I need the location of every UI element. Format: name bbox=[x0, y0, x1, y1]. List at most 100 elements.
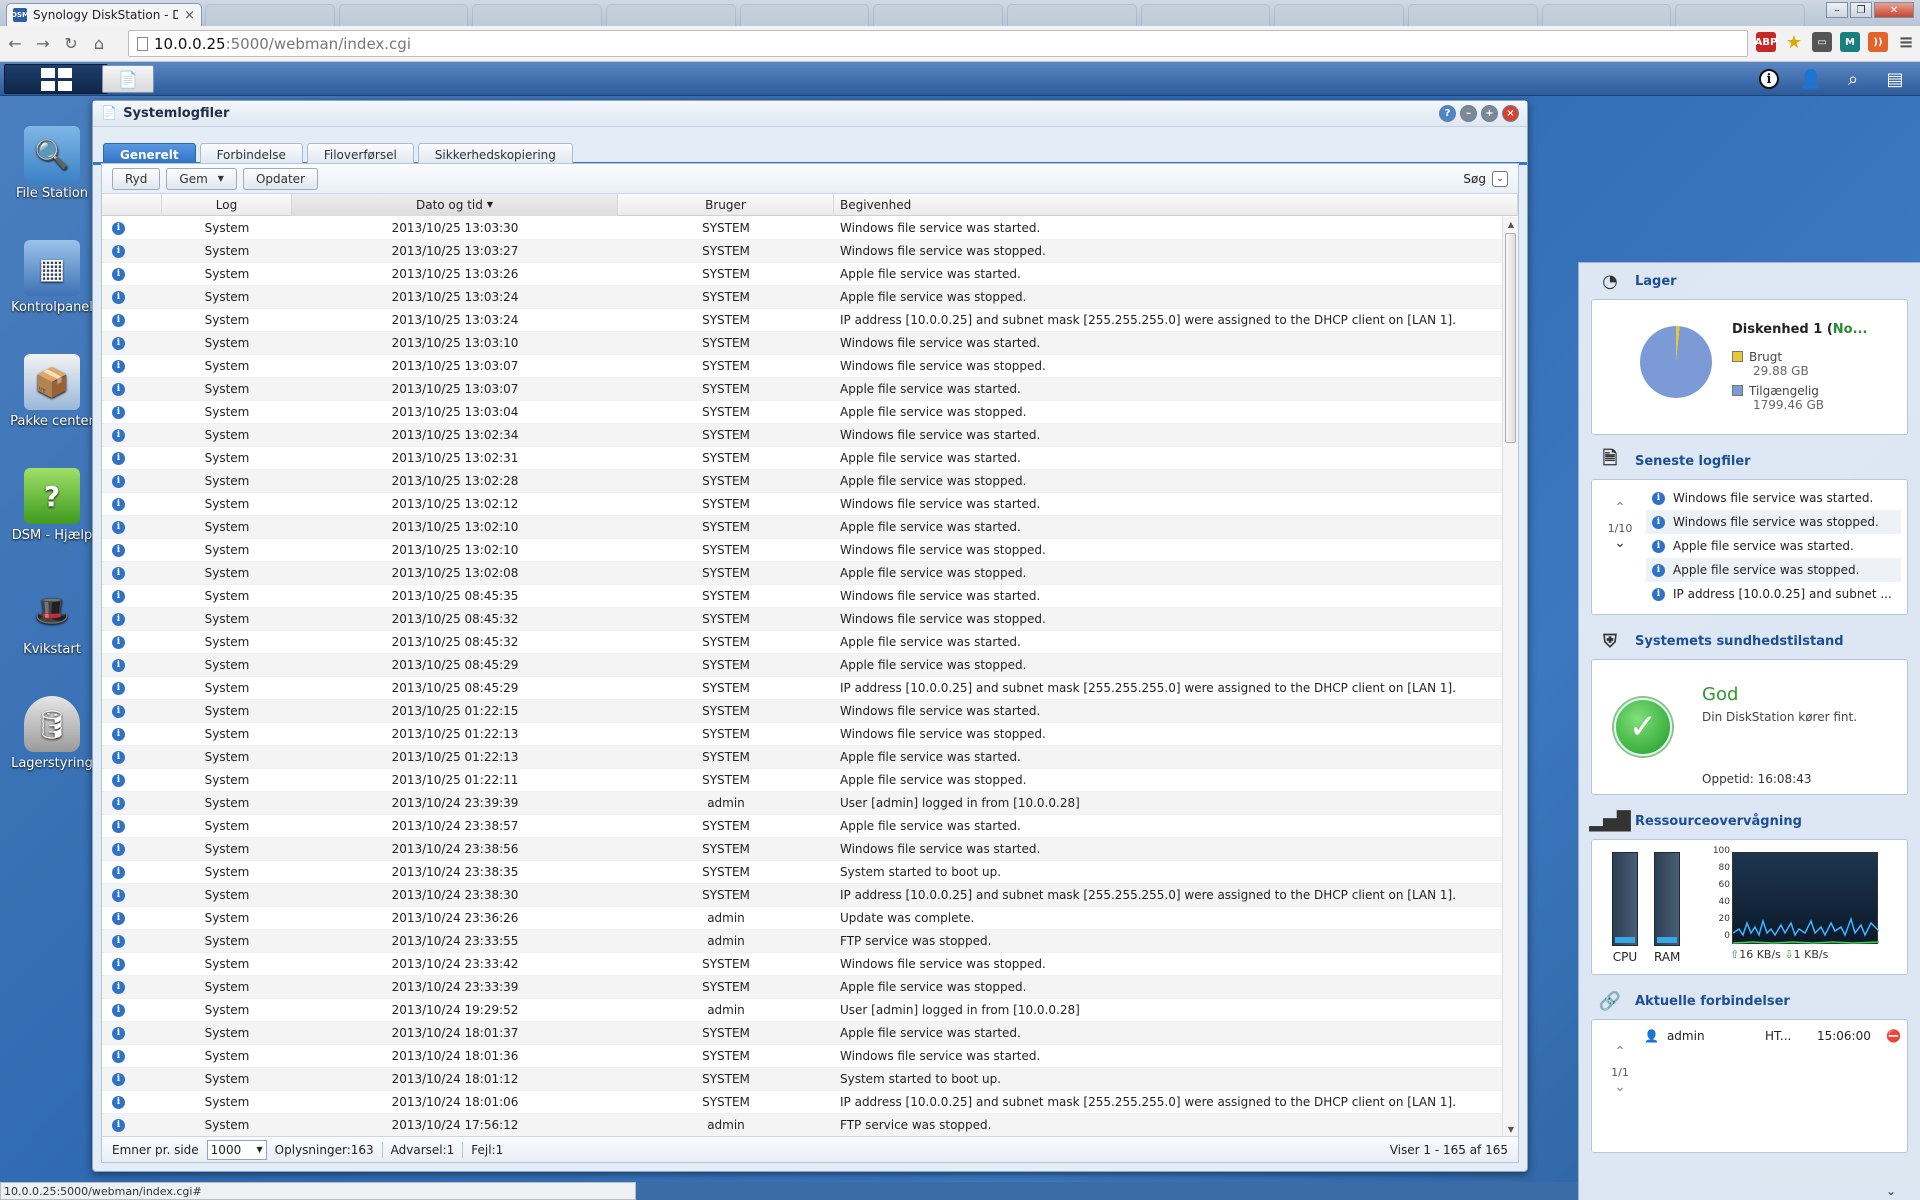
table-row[interactable]: i System 2013/10/25 13:03:10 SYSTEM Windows … bbox=[102, 332, 1502, 355]
browser-tab-active[interactable]: DSM Synology DiskStation - Di × bbox=[6, 3, 202, 26]
minimize-window-icon[interactable]: – bbox=[1826, 2, 1848, 18]
search-icon[interactable]: ⌕ bbox=[1840, 66, 1866, 92]
column-header-event[interactable]: Begivenhed bbox=[834, 193, 1518, 216]
widgets-collapse-icon[interactable]: ⌄ bbox=[1886, 1184, 1896, 1198]
table-row[interactable]: i System 2013/10/25 01:22:13 SYSTEM Windows … bbox=[102, 723, 1502, 746]
table-row[interactable]: i System 2013/10/25 01:22:11 SYSTEM Apple fi… bbox=[102, 769, 1502, 792]
cast-icon[interactable]: ▭ bbox=[1812, 32, 1832, 52]
home-icon[interactable]: ⌂ bbox=[86, 31, 112, 57]
info-icon[interactable]: i bbox=[1756, 66, 1782, 92]
window-header[interactable]: 📄 Systemlogfiler ? – + × bbox=[93, 101, 1527, 127]
table-row[interactable]: i System 2013/10/25 13:02:10 SYSTEM Windows … bbox=[102, 539, 1502, 562]
table-row[interactable]: i System 2013/10/25 13:02:12 SYSTEM Windows … bbox=[102, 493, 1502, 516]
column-header-user[interactable]: Bruger bbox=[618, 193, 834, 216]
table-row[interactable]: i System 2013/10/24 23:38:30 SYSTEM IP addre… bbox=[102, 884, 1502, 907]
recent-log-item[interactable]: i Apple file service was started. bbox=[1646, 534, 1901, 558]
resource-widget-header[interactable]: ▂▅█ Ressourceovervågning bbox=[1579, 803, 1920, 839]
forward-arrow-icon[interactable]: → bbox=[30, 31, 56, 57]
recent-logs-widget-header[interactable]: 🗎 Seneste logfiler bbox=[1579, 443, 1920, 479]
restore-window-icon[interactable]: ❐ bbox=[1850, 2, 1872, 18]
address-bar[interactable]: 10.0.0.25:5000/webman/index.cgi bbox=[128, 30, 1748, 57]
adblock-icon[interactable]: ABP bbox=[1755, 32, 1777, 52]
table-row[interactable]: i System 2013/10/25 08:45:29 SYSTEM Apple fi… bbox=[102, 654, 1502, 677]
table-row[interactable]: i System 2013/10/25 13:03:26 SYSTEM Apple fi… bbox=[102, 263, 1502, 286]
table-row[interactable]: i System 2013/10/25 08:45:32 SYSTEM Apple fi… bbox=[102, 631, 1502, 654]
table-row[interactable]: i System 2013/10/24 23:38:56 SYSTEM Windows … bbox=[102, 838, 1502, 861]
storage-widget-header[interactable]: ◔ Lager bbox=[1579, 263, 1920, 299]
menu-icon[interactable]: ≡ bbox=[1896, 32, 1916, 53]
desktop-icon-dsm-help[interactable]: ? DSM - Hjælp bbox=[6, 468, 98, 543]
tab-close-icon[interactable]: × bbox=[184, 8, 195, 23]
chevron-up-icon[interactable]: ⌃ bbox=[1602, 500, 1638, 522]
recent-log-item[interactable]: i Apple file service was stopped. bbox=[1646, 558, 1901, 582]
table-row[interactable]: i System 2013/10/25 13:03:07 SYSTEM Apple fi… bbox=[102, 378, 1502, 401]
table-row[interactable]: i System 2013/10/25 08:45:29 SYSTEM IP addre… bbox=[102, 677, 1502, 700]
refresh-button[interactable]: Opdater bbox=[242, 167, 318, 190]
table-row[interactable]: i System 2013/10/25 13:03:30 SYSTEM Windows … bbox=[102, 217, 1502, 240]
table-row[interactable]: i System 2013/10/24 17:56:12 admin FTP servi… bbox=[102, 1114, 1502, 1136]
table-row[interactable]: i System 2013/10/25 13:02:10 SYSTEM Apple fi… bbox=[102, 516, 1502, 539]
desktop-icon-package-center[interactable]: 📦 Pakke center bbox=[6, 354, 98, 429]
scroll-up-icon[interactable]: ▲ bbox=[1503, 217, 1519, 231]
table-row[interactable]: i System 2013/10/25 08:45:32 SYSTEM Windows … bbox=[102, 608, 1502, 631]
table-row[interactable]: i System 2013/10/25 13:02:31 SYSTEM Apple fi… bbox=[102, 447, 1502, 470]
table-row[interactable]: i System 2013/10/24 23:33:39 SYSTEM Apple fi… bbox=[102, 976, 1502, 999]
background-tab[interactable] bbox=[1675, 4, 1806, 26]
recent-log-item[interactable]: i IP address [10.0.0.25] and subnet ... bbox=[1646, 582, 1901, 606]
reload-icon[interactable]: ↻ bbox=[58, 31, 84, 57]
clear-button[interactable]: Ryd bbox=[112, 167, 161, 190]
table-row[interactable]: i System 2013/10/24 18:01:36 SYSTEM Windows … bbox=[102, 1045, 1502, 1068]
connections-widget-header[interactable]: 🔗 Aktuelle forbindelser bbox=[1579, 983, 1920, 1019]
table-row[interactable]: i System 2013/10/24 18:01:37 SYSTEM Apple fi… bbox=[102, 1022, 1502, 1045]
table-row[interactable]: i System 2013/10/25 08:45:35 SYSTEM Windows … bbox=[102, 585, 1502, 608]
scroll-thumb[interactable] bbox=[1505, 233, 1516, 443]
table-row[interactable]: i System 2013/10/24 18:01:12 SYSTEM System s… bbox=[102, 1068, 1502, 1091]
table-row[interactable]: i System 2013/10/25 13:03:24 SYSTEM IP addre… bbox=[102, 309, 1502, 332]
background-tab[interactable] bbox=[205, 4, 335, 26]
table-row[interactable]: i System 2013/10/24 23:38:35 SYSTEM System s… bbox=[102, 861, 1502, 884]
recent-log-item[interactable]: i Windows file service was stopped. bbox=[1646, 510, 1901, 534]
chevron-down-icon[interactable]: ⌄ bbox=[1602, 535, 1638, 557]
table-row[interactable]: i System 2013/10/24 23:33:55 admin FTP servi… bbox=[102, 930, 1502, 953]
taskbar-log-app-button[interactable]: 📄 bbox=[102, 65, 154, 93]
chevron-up-icon[interactable]: ⌃ bbox=[1602, 1044, 1638, 1066]
help-icon[interactable]: ? bbox=[1439, 105, 1456, 122]
recent-log-item[interactable]: i Windows file service was started. bbox=[1646, 486, 1901, 510]
health-widget-header[interactable]: ⛨ Systemets sundhedstilstand bbox=[1579, 623, 1920, 659]
scroll-down-icon[interactable]: ▼ bbox=[1503, 1122, 1519, 1136]
per-page-select[interactable]: 1000 ▼ bbox=[206, 1139, 267, 1160]
maximize-icon[interactable]: + bbox=[1481, 105, 1498, 122]
background-tab[interactable] bbox=[1140, 4, 1271, 26]
main-menu-button[interactable] bbox=[4, 64, 108, 94]
table-row[interactable]: i System 2013/10/25 13:03:24 SYSTEM Apple fi… bbox=[102, 286, 1502, 309]
table-row[interactable]: i System 2013/10/25 01:22:15 SYSTEM Windows … bbox=[102, 700, 1502, 723]
search-expand-icon[interactable]: ⌄ bbox=[1492, 170, 1508, 187]
background-tab[interactable] bbox=[338, 4, 469, 26]
desktop-icon-file-station[interactable]: 🔍 File Station bbox=[6, 126, 98, 201]
widgets-toggle-icon[interactable]: ▤ bbox=[1882, 66, 1908, 92]
table-row[interactable]: i System 2013/10/25 01:22:13 SYSTEM Apple fi… bbox=[102, 746, 1502, 769]
user-icon[interactable]: 👤 bbox=[1798, 66, 1824, 92]
minimize-icon[interactable]: – bbox=[1460, 105, 1477, 122]
desktop-icon-control-panel[interactable]: ▦ Kontrolpanel bbox=[6, 240, 98, 315]
background-tab[interactable] bbox=[739, 4, 870, 26]
background-tab[interactable] bbox=[1541, 4, 1672, 26]
desktop-icon-storage-manager[interactable]: 🛢 Lagerstyring bbox=[6, 696, 98, 771]
tab-backup[interactable]: Sikkerhedskopiering bbox=[417, 143, 573, 165]
desktop-icon-quickstart[interactable]: 🎩 Kvikstart bbox=[6, 582, 98, 658]
table-row[interactable]: i System 2013/10/24 23:38:57 SYSTEM Apple fi… bbox=[102, 815, 1502, 838]
back-arrow-icon[interactable]: ← bbox=[2, 31, 28, 57]
close-window-icon[interactable]: ✕ bbox=[1874, 2, 1914, 18]
disconnect-icon[interactable]: ⛔ bbox=[1886, 1029, 1901, 1043]
tab-file-transfer[interactable]: Filoverførsel bbox=[306, 143, 414, 165]
tab-general[interactable]: Generelt bbox=[103, 143, 196, 165]
background-tab[interactable] bbox=[873, 4, 1004, 26]
vertical-scrollbar[interactable]: ▲ ▼ bbox=[1502, 217, 1518, 1136]
background-tab[interactable] bbox=[1274, 4, 1405, 26]
table-row[interactable]: i System 2013/10/25 13:03:07 SYSTEM Windows … bbox=[102, 355, 1502, 378]
table-row[interactable]: i System 2013/10/24 23:36:26 admin Update wa… bbox=[102, 907, 1502, 930]
close-icon[interactable]: × bbox=[1502, 105, 1519, 122]
save-dropdown-button[interactable]: Gem ▼ bbox=[166, 167, 237, 190]
chevron-down-icon[interactable]: ⌄ bbox=[1602, 1079, 1638, 1101]
background-tab[interactable] bbox=[472, 4, 603, 26]
